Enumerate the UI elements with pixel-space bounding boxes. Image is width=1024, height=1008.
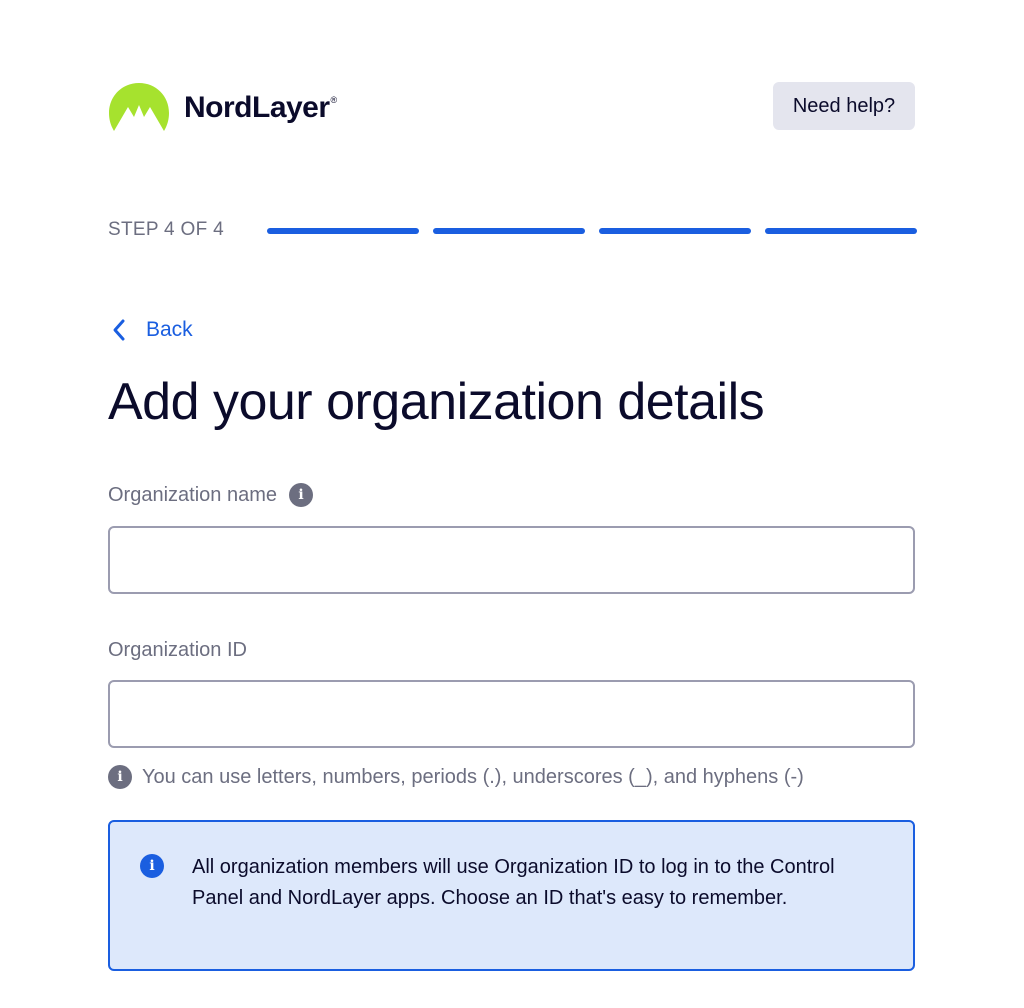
org-id-label-text: Organization ID [108,639,247,661]
need-help-button[interactable]: Need help? [773,82,915,130]
page: NordLayer® Need help? STEP 4 OF 4 Back A… [0,0,1024,1008]
nordlayer-logo[interactable]: NordLayer® [108,82,337,132]
info-icon: i [108,765,132,789]
progress-segment-2 [433,228,585,234]
progress-segment-3 [599,228,751,234]
info-icon: i [140,854,164,878]
notice-text: All organization members will use Organi… [192,856,835,909]
org-name-label-text: Organization name [108,483,277,506]
chevron-left-icon [113,319,125,341]
back-label: Back [146,318,193,341]
step-indicator: STEP 4 OF 4 [108,219,224,240]
org-id-input[interactable] [108,680,915,748]
info-notice: i All organization members will use Orga… [108,820,915,971]
registered-mark: ® [330,95,338,105]
info-icon[interactable]: i [288,483,313,507]
org-id-hint-text: You can use letters, numbers, periods (.… [142,765,804,788]
progress-segment-4 [765,228,917,234]
org-id-hint: i You can use letters, numbers, periods … [108,765,804,789]
progress-segment-1 [267,228,419,234]
back-link[interactable]: Back [112,318,193,342]
org-name-label: Organization name i [108,483,313,507]
page-title: Add your organization details [108,373,765,431]
step-progress-bar [267,228,917,234]
org-id-label: Organization ID [108,639,247,662]
logo-wordmark: NordLayer® [184,91,338,124]
mountain-logo-icon [109,83,169,131]
org-name-input[interactable] [108,526,915,594]
